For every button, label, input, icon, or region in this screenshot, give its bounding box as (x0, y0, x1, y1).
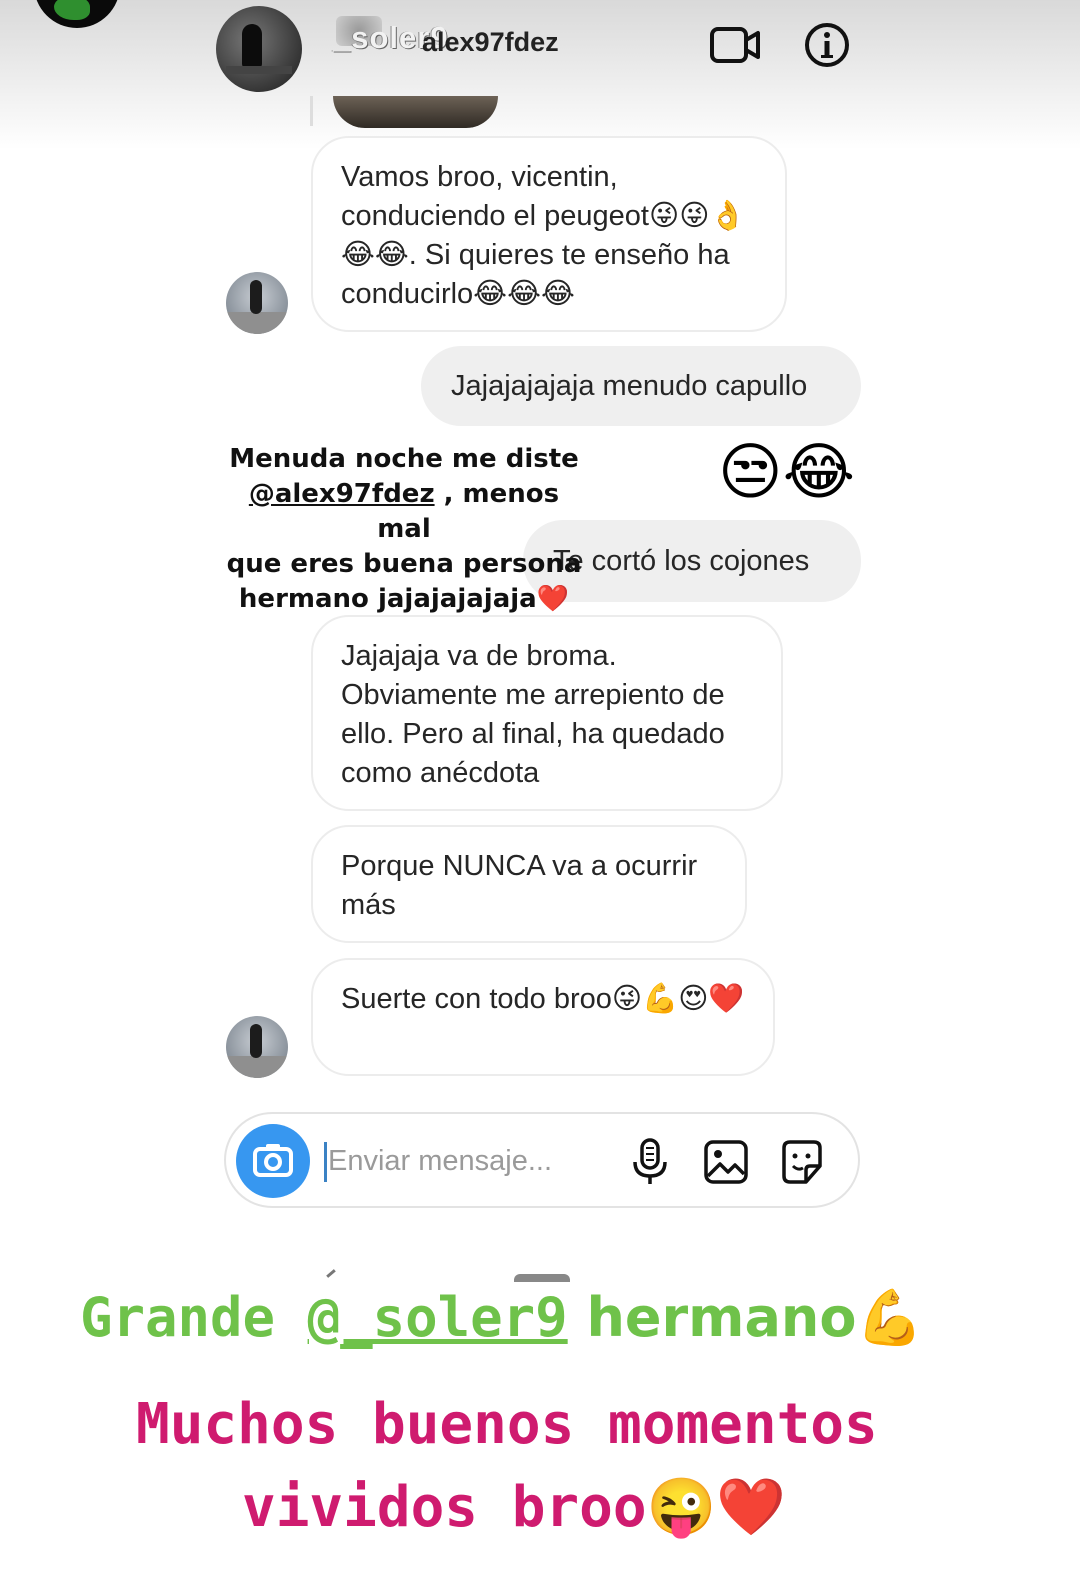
message-text: Te cortó los cojones (553, 545, 810, 577)
message-text: Suerte con todo broo😜💪😍❤️ (341, 983, 745, 1015)
sender-avatar[interactable] (226, 272, 288, 334)
story-text-part: hermano💪 (567, 1286, 924, 1349)
text-cursor (324, 1142, 327, 1182)
story-text-line: Muchos buenos momentos (136, 1392, 878, 1457)
caption-line: hermano jajajajajaja❤️ (238, 584, 570, 614)
story-text-line: Grande @_soler9 hermano💪 (80, 1286, 924, 1350)
message-bubble-received[interactable]: Porque NUNCA va a ocurrir más (311, 825, 747, 943)
caption-mention[interactable]: @alex97fdez (249, 479, 435, 509)
message-text: Jajajaja va de broma. Obviamente me arre… (341, 640, 725, 789)
message-composer (224, 1112, 860, 1208)
gallery-icon[interactable] (702, 1136, 750, 1188)
microphone-icon[interactable] (626, 1136, 674, 1188)
message-input[interactable] (328, 1138, 618, 1184)
caption-line: Menuda noche me diste (229, 444, 579, 474)
sticker-icon[interactable] (778, 1136, 826, 1188)
reaction-emojis: 😒😂 (718, 438, 856, 507)
story-text-line: vividos broo😜❤️ (242, 1475, 787, 1540)
story-mention[interactable]: @_soler9 (308, 1286, 568, 1349)
info-icon[interactable] (803, 21, 851, 69)
message-bubble-received[interactable]: Suerte con todo broo😜💪😍❤️ (311, 958, 775, 1076)
message-text: Jajajajajaja menudo capullo (451, 370, 808, 402)
message-bubble-received[interactable]: Vamos broo, vicentin, conduciendo el peu… (311, 136, 787, 332)
contact-avatar[interactable] (216, 6, 302, 92)
message-bubble-received[interactable]: Jajajaja va de broma. Obviamente me arre… (311, 615, 783, 811)
video-camera-icon[interactable] (709, 23, 763, 67)
camera-button[interactable] (236, 1124, 310, 1198)
message-bubble-sent[interactable]: Jajajajajaja menudo capullo (421, 346, 861, 426)
thread-divider (310, 96, 313, 126)
caption-line: que eres buena persona (226, 549, 582, 579)
sender-avatar[interactable] (226, 1016, 288, 1078)
header-background (0, 0, 1080, 150)
camera-icon (253, 1144, 293, 1177)
story-caption-text: Menuda noche me diste @alex97fdez , meno… (224, 442, 584, 617)
crop-mark (326, 1269, 336, 1278)
story-text-part: Grande (80, 1286, 308, 1349)
message-text: Vamos broo, vicentin, conduciendo el peu… (341, 161, 746, 310)
message-text: Porque NUNCA va a ocurrir más (341, 850, 698, 921)
header-username[interactable]: alex97fdez (422, 27, 559, 58)
shared-photo[interactable] (333, 96, 498, 128)
crop-mark (514, 1274, 570, 1282)
